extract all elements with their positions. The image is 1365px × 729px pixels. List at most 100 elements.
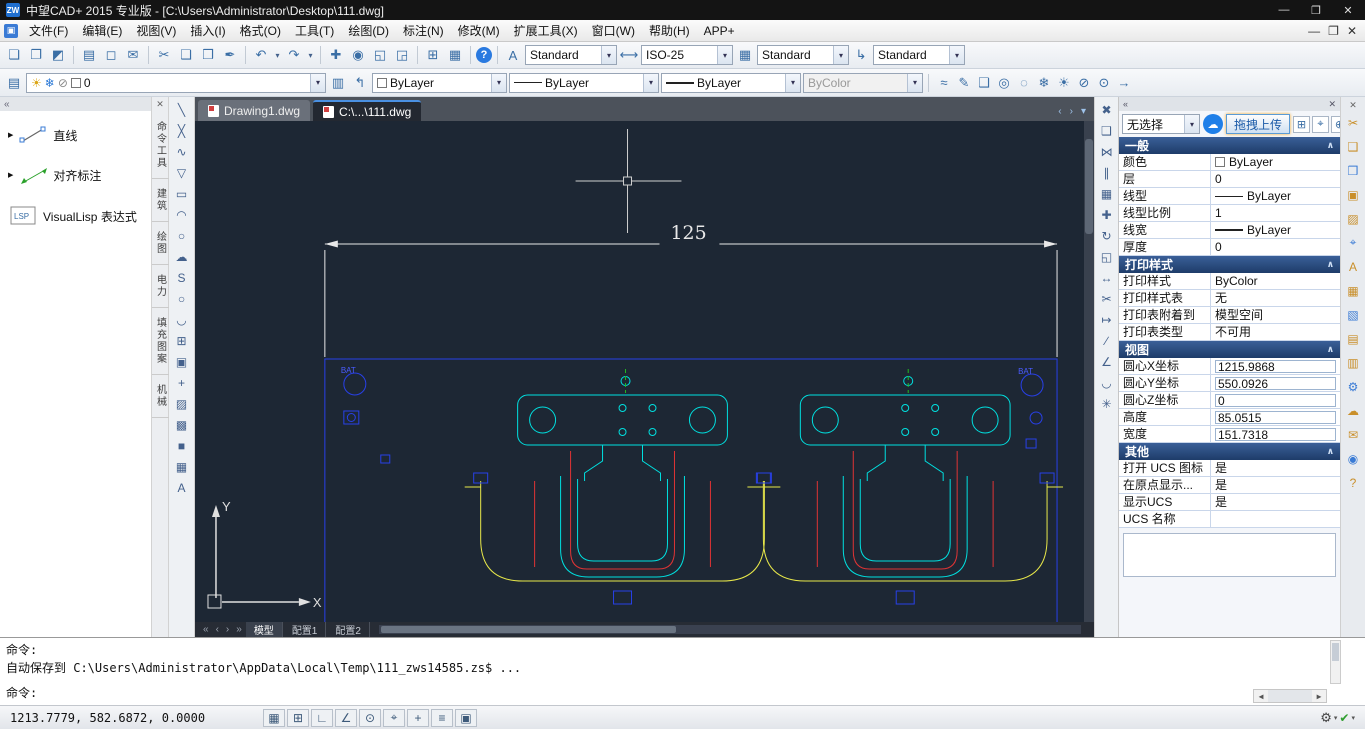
close-icon[interactable]: ✕: [156, 97, 164, 112]
layer-off-icon[interactable]: ☀: [1054, 73, 1074, 93]
lineweight-combo[interactable]: ByLayer ▾: [661, 73, 801, 93]
zoom-realtime-icon[interactable]: ◉: [348, 45, 368, 65]
table-icon[interactable]: ▦: [172, 457, 192, 476]
palette-item-visuallisp[interactable]: LSP VisualLisp 表达式: [8, 205, 143, 227]
move-icon[interactable]: ✚: [1097, 205, 1117, 224]
canvas-horizontal-scrollbar[interactable]: [379, 625, 1081, 634]
section-header-plot-style[interactable]: 打印样式 ∧: [1119, 256, 1340, 273]
next-layout-icon[interactable]: ›: [223, 624, 232, 635]
print-preview-icon[interactable]: ◻: [101, 45, 121, 65]
offset-icon[interactable]: ∥: [1097, 163, 1117, 182]
chevron-down-icon[interactable]: ▾: [601, 46, 616, 64]
dock-hatch-icon[interactable]: ▨: [1343, 210, 1363, 227]
dock-text-icon[interactable]: A: [1343, 258, 1363, 275]
chevron-down-icon[interactable]: ▾: [717, 46, 732, 64]
chevron-down-icon[interactable]: ▾: [491, 74, 506, 92]
save-file-icon[interactable]: ◩: [48, 45, 68, 65]
menu-help[interactable]: 帮助(H): [642, 19, 697, 42]
select-objects-icon[interactable]: ⌖: [1312, 116, 1329, 133]
command-vertical-scrollbar[interactable]: [1330, 640, 1341, 684]
tab-list-icon[interactable]: ▾: [1081, 106, 1086, 117]
table-style-combo[interactable]: Standard ▾: [757, 45, 849, 65]
grid-icon[interactable]: ▦: [263, 709, 285, 727]
scroll-right-icon[interactable]: ▶: [1312, 692, 1326, 701]
palette-item-line[interactable]: ▶ 直线: [8, 125, 143, 145]
extend-icon[interactable]: ↦: [1097, 310, 1117, 329]
chevron-down-icon[interactable]: ▾: [1184, 115, 1199, 133]
drawing-canvas[interactable]: 125 BAT BAT: [195, 121, 1094, 622]
linetype-combo[interactable]: ByLayer ▾: [509, 73, 659, 93]
menu-format[interactable]: 格式(O): [233, 19, 288, 42]
otrack-icon[interactable]: ⌖: [383, 709, 405, 727]
quick-select-icon[interactable]: ⊞: [1293, 116, 1310, 133]
doc-tab-drawing1[interactable]: Drawing1.dwg: [198, 100, 310, 121]
ellipse-icon[interactable]: ○: [172, 289, 192, 308]
close-properties-icon[interactable]: ✕: [1328, 99, 1336, 110]
fillet-icon[interactable]: ◡: [1097, 373, 1117, 392]
menu-view[interactable]: 视图(V): [129, 19, 183, 42]
dock-print-icon[interactable]: ▥: [1343, 354, 1363, 371]
chevron-down-icon[interactable]: ▾: [1334, 714, 1338, 722]
copy-icon[interactable]: ❑: [1097, 121, 1117, 140]
spline-icon[interactable]: S: [172, 268, 192, 287]
viewports-icon[interactable]: ⊞: [423, 45, 443, 65]
menu-draw[interactable]: 绘图(D): [341, 19, 396, 42]
make-object-layer-current-icon[interactable]: ↰: [350, 73, 370, 93]
palette-tab-command-tools[interactable]: 命令工具: [152, 112, 169, 179]
menu-edit[interactable]: 编辑(E): [75, 19, 129, 42]
chamfer-icon[interactable]: ∠: [1097, 352, 1117, 371]
palette-tab-hatch-patterns[interactable]: 填充图案: [152, 308, 169, 375]
dim-style-combo[interactable]: ISO-25 ▾: [641, 45, 733, 65]
arc-icon[interactable]: ◠: [172, 205, 192, 224]
snap-icon[interactable]: ⊞: [287, 709, 309, 727]
layout-tab-model[interactable]: 模型: [246, 622, 283, 637]
collapse-section-icon[interactable]: ∧: [1327, 344, 1334, 355]
minimize-window-icon[interactable]: —: [1273, 4, 1295, 17]
doc-tab-111[interactable]: C:\...\111.dwg: [313, 100, 421, 121]
annotation-check-icon[interactable]: ✔: [1339, 711, 1349, 725]
publish-icon[interactable]: ✉: [123, 45, 143, 65]
erase-icon[interactable]: ✖: [1097, 100, 1117, 119]
scroll-left-icon[interactable]: ◀: [1254, 692, 1268, 701]
restore-window-icon[interactable]: ❐: [1305, 4, 1327, 17]
menu-express-tools[interactable]: 扩展工具(X): [507, 19, 585, 42]
dock-measure-icon[interactable]: ⌖: [1343, 234, 1363, 251]
dyn-icon[interactable]: +: [407, 709, 429, 727]
palette-tab-mechanical[interactable]: 机械: [152, 375, 169, 418]
rectangle-icon[interactable]: ▭: [172, 184, 192, 203]
chevron-down-icon[interactable]: ▾: [949, 46, 964, 64]
collapse-palette-icon[interactable]: «: [4, 99, 10, 110]
corner-marker-right[interactable]: BAT: [1018, 367, 1043, 448]
chevron-down-icon[interactable]: ▾: [310, 74, 325, 92]
dock-table-icon[interactable]: ▦: [1343, 282, 1363, 299]
close-icon[interactable]: ✕: [1349, 99, 1357, 114]
dock-settings-icon[interactable]: ⚙: [1343, 378, 1363, 395]
layer-unisolate-icon[interactable]: ◌: [1014, 73, 1034, 93]
dock-block-icon[interactable]: ▣: [1343, 186, 1363, 203]
break-icon[interactable]: ∕: [1097, 331, 1117, 350]
scale-icon[interactable]: ◱: [1097, 247, 1117, 266]
redo-icon[interactable]: ↷: [284, 45, 304, 65]
construction-line-icon[interactable]: ╳: [172, 121, 192, 140]
menu-dimension[interactable]: 标注(N): [396, 19, 451, 42]
color-combo[interactable]: ByLayer ▾: [372, 73, 507, 93]
bracket-assembly-left[interactable]: [465, 369, 781, 604]
zoom-previous-icon[interactable]: ◲: [392, 45, 412, 65]
region-icon[interactable]: ■: [172, 436, 192, 455]
rotate-icon[interactable]: ↻: [1097, 226, 1117, 245]
drawing-frame[interactable]: [325, 359, 1057, 622]
palette-tab-drawing[interactable]: 绘图: [152, 222, 169, 265]
ellipse-arc-icon[interactable]: ◡: [172, 310, 192, 329]
layout-tab-layout1[interactable]: 配置1: [284, 622, 327, 637]
dock-cut-icon[interactable]: ✂: [1343, 114, 1363, 131]
selection-filter-combo[interactable]: 无选择 ▾: [1122, 114, 1200, 134]
osnap-icon[interactable]: ⊙: [359, 709, 381, 727]
array-icon[interactable]: ▦: [1097, 184, 1117, 203]
command-prompt[interactable]: 命令:: [6, 684, 37, 702]
copy-icon[interactable]: ❑: [176, 45, 196, 65]
command-line-area[interactable]: 命令: 自动保存到 C:\Users\Administrator\AppData…: [0, 637, 1365, 705]
menu-window[interactable]: 窗口(W): [585, 19, 642, 42]
chevron-down-icon[interactable]: ▾: [643, 74, 658, 92]
pan-icon[interactable]: ✚: [326, 45, 346, 65]
open-file-icon[interactable]: ❐: [26, 45, 46, 65]
